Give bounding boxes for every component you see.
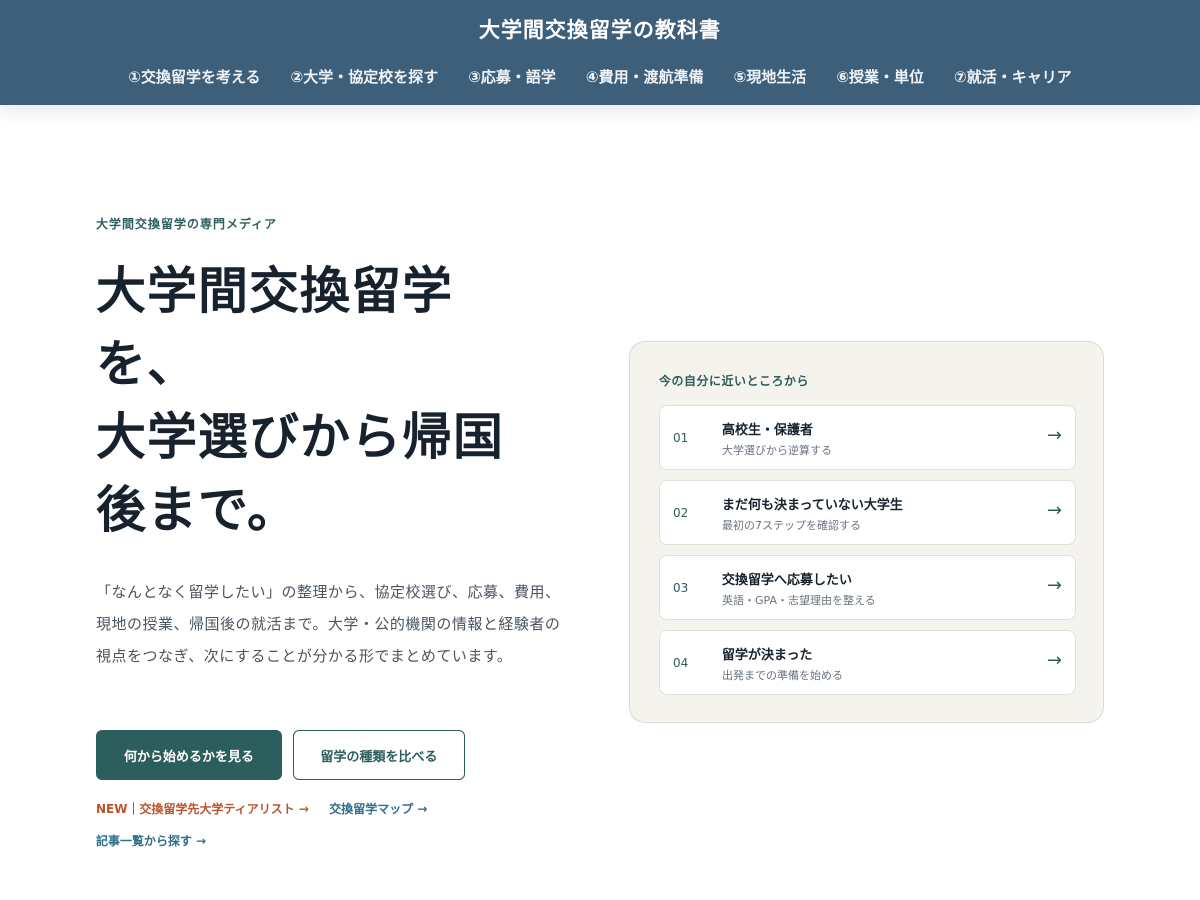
hero-links-row-2: 記事一覧から探す → [96,832,206,849]
nav-item-local-life[interactable]: ⑤現地生活 [734,66,807,87]
path-subtitle: 英語・GPA・志望理由を整える [722,594,876,607]
path-title: 高校生・保護者 [722,423,814,438]
nav-item-classes[interactable]: ⑥授業・単位 [836,66,924,87]
new-tier-list-link[interactable]: NEW｜交換留学先大学ティアリスト → [96,802,309,816]
hero-eyebrow: 大学間交換留学の専門メディア [96,217,278,231]
arrow-right-icon: → [1046,575,1062,596]
nav-item-universities[interactable]: ②大学・協定校を探す [291,66,439,87]
hero-title: 大学間交換留学 を、 大学選びから帰国 後まで。 [96,255,566,547]
nav-item-career[interactable]: ⑦就活・キャリア [954,66,1072,87]
arrow-right-icon: → [1046,650,1062,671]
hero-title-line-2: を、 [96,335,198,393]
hero-title-line-4: 後まで。 [96,481,298,539]
path-number: 04 [673,656,689,670]
path-card-undecided[interactable]: 02 まだ何も決まっていない大学生 最初の7ステップを確認する → [659,480,1076,545]
nav-item-consider[interactable]: ①交換留学を考える [128,66,260,87]
start-point-panel: 今の自分に近いところから 01 高校生・保護者 大学選びから逆算する → 02 … [629,341,1104,723]
start-guide-button[interactable]: 何から始めるかを見る [96,730,282,780]
hero-lead: 「なんとなく留学したい」の整理から、協定校選び、応募、費用、現地の授業、帰国後の… [96,583,561,665]
article-list-link[interactable]: 記事一覧から探す → [96,834,206,848]
hero-title-line-3: 大学選びから帰国 [96,408,504,466]
hero-title-line-1: 大学間交換留学 [96,262,453,320]
site-title[interactable]: 大学間交換留学の教科書 [0,14,1200,44]
exchange-map-link[interactable]: 交換留学マップ → [329,802,427,816]
path-number: 03 [673,581,689,595]
main-nav: ①交換留学を考える ②大学・協定校を探す ③応募・語学 ④費用・渡航準備 ⑤現地… [0,66,1200,87]
nav-item-costs[interactable]: ④費用・渡航準備 [586,66,704,87]
nav-item-application[interactable]: ③応募・語学 [468,66,556,87]
site-header: 大学間交換留学の教科書 ①交換留学を考える ②大学・協定校を探す ③応募・語学 … [0,0,1200,105]
path-card-decided[interactable]: 04 留学が決まった 出発までの準備を始める → [659,630,1076,695]
compare-types-button[interactable]: 留学の種類を比べる [293,730,465,780]
path-subtitle: 出発までの準備を始める [722,669,843,682]
path-title: 交換留学へ応募したい [722,573,853,588]
arrow-right-icon: → [1046,500,1062,521]
hero-links-row-1: NEW｜交換留学先大学ティアリスト → 交換留学マップ → [96,800,427,817]
path-number: 01 [673,431,689,445]
arrow-right-icon: → [1046,425,1062,446]
path-title: 留学が決まった [722,648,813,663]
path-title: まだ何も決まっていない大学生 [722,498,903,513]
path-card-apply[interactable]: 03 交換留学へ応募したい 英語・GPA・志望理由を整える → [659,555,1076,620]
panel-heading: 今の自分に近いところから [659,374,810,388]
path-number: 02 [673,506,689,520]
path-subtitle: 大学選びから逆算する [722,444,832,457]
path-card-high-school[interactable]: 01 高校生・保護者 大学選びから逆算する → [659,405,1076,470]
path-subtitle: 最初の7ステップを確認する [722,519,861,532]
